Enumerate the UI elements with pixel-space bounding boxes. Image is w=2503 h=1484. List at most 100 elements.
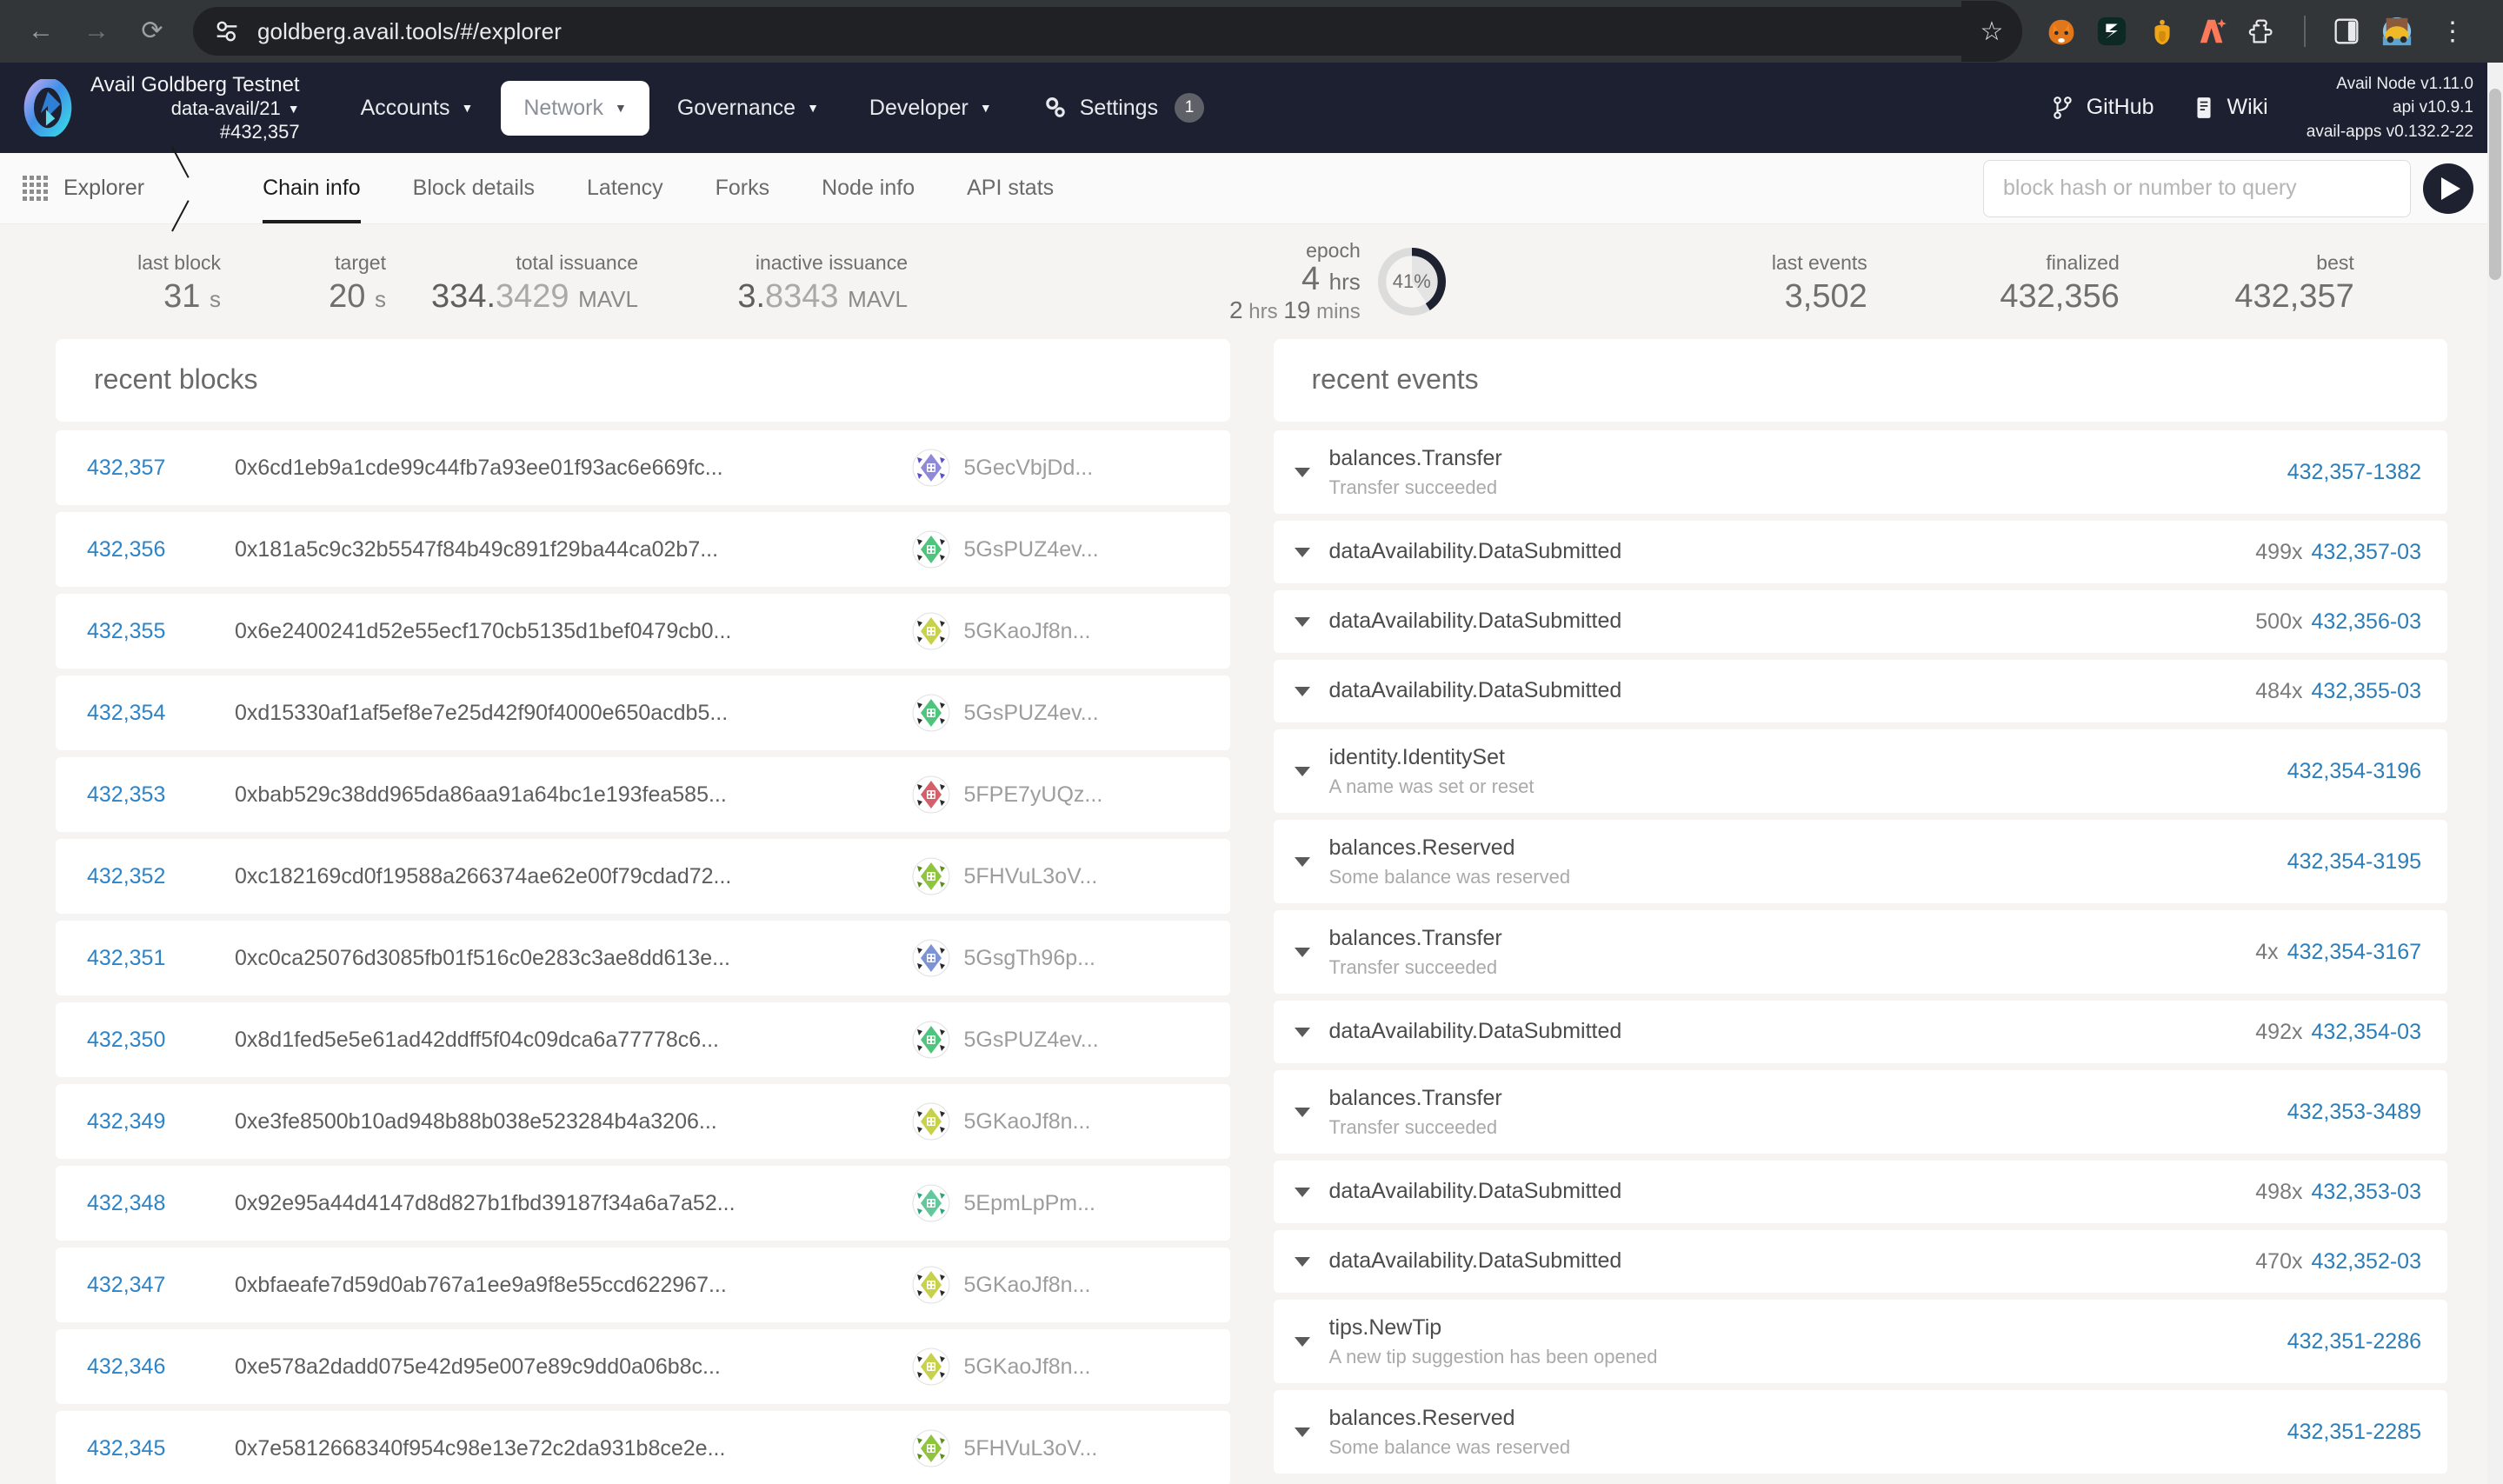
block-row[interactable]: 432,357 0x6cd1eb9a1cde99c44fb7a93ee01f93a…	[56, 430, 1230, 505]
event-block-link[interactable]: 432,354-03	[2311, 1020, 2421, 1045]
extensions-puzzle-icon[interactable]	[2247, 15, 2280, 48]
back-arrow-icon[interactable]: ←	[16, 6, 66, 57]
block-number-link[interactable]: 432,353	[87, 782, 202, 808]
talisman-icon[interactable]	[2146, 15, 2179, 48]
search-go-button[interactable]	[2423, 163, 2473, 214]
block-author[interactable]: 5EpmLpPm...	[912, 1184, 1199, 1222]
tab-forks[interactable]: Forks	[689, 153, 796, 223]
event-row[interactable]: balances.Reserved Some balance was reserv…	[1273, 1390, 2447, 1474]
expand-triangle-icon[interactable]	[1294, 766, 1310, 776]
event-block-link[interactable]: 432,354-3167	[2287, 940, 2421, 965]
event-block-link[interactable]: 432,351-2285	[2287, 1420, 2421, 1445]
event-block-link[interactable]: 432,354-3196	[2287, 759, 2421, 784]
expand-triangle-icon[interactable]	[1294, 1027, 1310, 1037]
event-block-link[interactable]: 432,357-03	[2311, 540, 2421, 565]
event-row[interactable]: dataAvailability.DataSubmitted 484x 432,35…	[1273, 660, 2447, 722]
block-row[interactable]: 432,349 0xe3fe8500b10ad948b88b038e523284b…	[56, 1084, 1230, 1159]
event-row[interactable]: balances.Transfer Transfer succeeded 432,3…	[1273, 1070, 2447, 1154]
block-author[interactable]: 5GsPUZ4ev...	[912, 1021, 1199, 1059]
block-author[interactable]: 5FHVuL3oV...	[912, 857, 1199, 895]
event-row[interactable]: dataAvailability.DataSubmitted 498x 432,35…	[1273, 1161, 2447, 1223]
app-grid-icon[interactable]	[23, 176, 48, 201]
expand-triangle-icon[interactable]	[1294, 1256, 1310, 1267]
expand-triangle-icon[interactable]	[1294, 1336, 1310, 1347]
scrollbar-thumb[interactable]	[2489, 89, 2501, 280]
event-row[interactable]: balances.Reserved Some balance was reserv…	[1273, 820, 2447, 903]
tab-api-stats[interactable]: API stats	[941, 153, 1080, 223]
block-number-link[interactable]: 432,356	[87, 537, 202, 562]
event-block-link[interactable]: 432,354-3195	[2287, 849, 2421, 875]
block-author[interactable]: 5GKaoJf8n...	[912, 612, 1199, 650]
metamask-icon[interactable]	[2045, 15, 2078, 48]
address-bar[interactable]: goldberg.avail.tools/#/explorer	[193, 7, 1993, 56]
block-author[interactable]: 5GKaoJf8n...	[912, 1266, 1199, 1304]
tab-node-info[interactable]: Node info	[796, 153, 941, 223]
brand-chain-selector[interactable]: Avail Goldberg Testnet data-avail/21 ▼ #…	[19, 72, 300, 144]
event-row[interactable]: dataAvailability.DataSubmitted 500x 432,35…	[1273, 590, 2447, 653]
reload-icon[interactable]: ⟳	[127, 6, 177, 57]
expand-triangle-icon[interactable]	[1294, 1427, 1310, 1437]
event-row[interactable]: identity.IdentitySet A name was set or re…	[1273, 729, 2447, 813]
expand-triangle-icon[interactable]	[1294, 856, 1310, 867]
event-block-link[interactable]: 432,357-1382	[2287, 460, 2421, 485]
block-number-link[interactable]: 432,345	[87, 1436, 202, 1461]
nav-network[interactable]: Network ▼	[501, 80, 649, 136]
tab-block-details[interactable]: Block details	[387, 153, 561, 223]
block-author[interactable]: 5GKaoJf8n...	[912, 1348, 1199, 1386]
block-number-link[interactable]: 432,352	[87, 864, 202, 889]
block-author[interactable]: 5GsgTh96p...	[912, 939, 1199, 977]
block-row[interactable]: 432,353 0xbab529c38dd965da86aa91a64bc1e19…	[56, 757, 1230, 832]
block-number-link[interactable]: 432,348	[87, 1191, 202, 1216]
expand-triangle-icon[interactable]	[1294, 467, 1310, 477]
event-block-link[interactable]: 432,352-03	[2311, 1249, 2421, 1274]
event-row[interactable]: dataAvailability.DataSubmitted 499x 432,35…	[1273, 521, 2447, 583]
block-row[interactable]: 432,345 0x7e5812668340f954c98e13e72c2da93…	[56, 1411, 1230, 1484]
event-block-link[interactable]: 432,351-2286	[2287, 1329, 2421, 1354]
block-row[interactable]: 432,356 0x181a5c9c32b5547f84b49c891f29ba4…	[56, 512, 1230, 587]
block-row[interactable]: 432,346 0xe578a2dadd075e42d95e007e89c9dd0…	[56, 1329, 1230, 1404]
block-number-link[interactable]: 432,354	[87, 701, 202, 726]
block-number-link[interactable]: 432,355	[87, 619, 202, 644]
expand-triangle-icon[interactable]	[1294, 547, 1310, 557]
subwallet-icon[interactable]	[2095, 15, 2128, 48]
event-block-link[interactable]: 432,355-03	[2311, 679, 2421, 704]
profile-avatar-icon[interactable]	[2380, 15, 2413, 48]
event-row[interactable]: tips.NewTip A new tip suggestion has been…	[1273, 1300, 2447, 1383]
site-settings-icon[interactable]	[212, 17, 242, 46]
block-author[interactable]: 5FHVuL3oV...	[912, 1429, 1199, 1467]
block-number-link[interactable]: 432,357	[87, 456, 202, 481]
star-icon[interactable]: ☆	[1980, 17, 2004, 47]
block-author[interactable]: 5GsPUZ4ev...	[912, 694, 1199, 732]
block-author[interactable]: 5GecVbjDd...	[912, 449, 1199, 487]
event-row[interactable]: dataAvailability.DataSubmitted 470x 432,35…	[1273, 1230, 2447, 1293]
expand-triangle-icon[interactable]	[1294, 947, 1310, 957]
expand-triangle-icon[interactable]	[1294, 616, 1310, 627]
chevron-down-icon[interactable]: ▼	[288, 102, 300, 116]
wiki-link[interactable]: Wiki	[2193, 95, 2268, 120]
block-number-link[interactable]: 432,350	[87, 1028, 202, 1053]
expand-triangle-icon[interactable]	[1294, 1107, 1310, 1117]
event-block-link[interactable]: 432,353-3489	[2287, 1100, 2421, 1125]
block-number-link[interactable]: 432,351	[87, 946, 202, 971]
event-block-link[interactable]: 432,356-03	[2311, 609, 2421, 635]
block-row[interactable]: 432,351 0xc0ca25076d3085fb01f516c0e283c3a…	[56, 921, 1230, 995]
event-block-link[interactable]: 432,353-03	[2311, 1180, 2421, 1205]
event-row[interactable]: dataAvailability.DataSubmitted 492x 432,35…	[1273, 1001, 2447, 1063]
nav-governance[interactable]: Governance ▼	[655, 81, 842, 136]
expand-triangle-icon[interactable]	[1294, 686, 1310, 696]
tab-latency[interactable]: Latency	[561, 153, 689, 223]
expand-triangle-icon[interactable]	[1294, 1187, 1310, 1197]
block-row[interactable]: 432,348 0x92e95a44d4147d8d827b1fbd39187f3…	[56, 1166, 1230, 1241]
forward-arrow-icon[interactable]: →	[71, 6, 122, 57]
breadcrumb[interactable]: Explorer	[0, 153, 167, 223]
block-author[interactable]: 5FPE7yUQz...	[912, 775, 1199, 814]
block-number-link[interactable]: 432,347	[87, 1273, 202, 1298]
block-row[interactable]: 432,347 0xbfaeafe7d59d0ab767a1ee9a9f8e55c…	[56, 1248, 1230, 1322]
nav-developer[interactable]: Developer ▼	[847, 81, 1015, 136]
block-number-link[interactable]: 432,349	[87, 1109, 202, 1135]
search-input[interactable]	[1983, 159, 2411, 217]
polkadot-vault-icon[interactable]	[2196, 15, 2229, 48]
block-row[interactable]: 432,354 0xd15330af1af5ef8e7e25d42f90f4000…	[56, 675, 1230, 750]
nav-accounts[interactable]: Accounts ▼	[338, 81, 496, 136]
block-row[interactable]: 432,350 0x8d1fed5e5e61ad42ddff5f04c09dca6…	[56, 1002, 1230, 1077]
